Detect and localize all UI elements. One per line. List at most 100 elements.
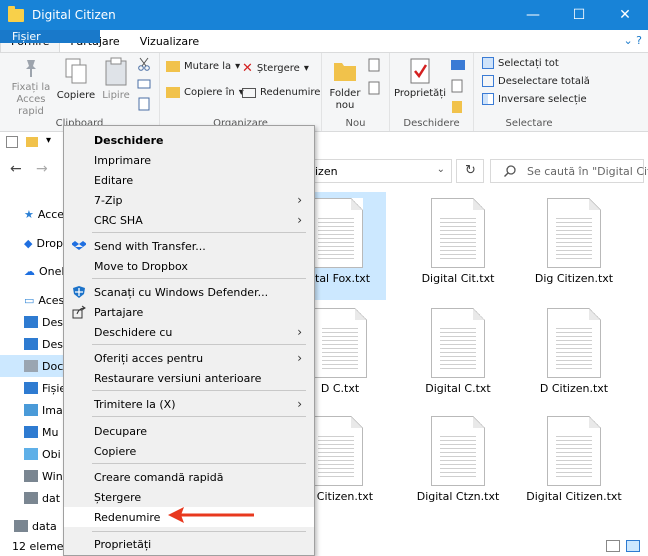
- item-count: 12 elemen: [12, 539, 71, 553]
- nav-item-pictures[interactable]: Ima: [0, 399, 70, 421]
- menu-item-give-access[interactable]: Oferiți acces pentru ›: [64, 348, 314, 368]
- menu-item-edit[interactable]: Editare: [64, 170, 314, 190]
- forward-arrow-icon[interactable]: →: [36, 161, 48, 177]
- 3d-objects-icon: [24, 448, 38, 460]
- select-all-label: Selectați tot: [498, 57, 559, 69]
- select-none-button[interactable]: Deselectare totală: [482, 75, 590, 87]
- chevron-down-icon[interactable]: ⌄: [437, 164, 445, 175]
- menu-item-create-shortcut[interactable]: Creare comandă rapidă: [64, 467, 314, 487]
- pin-quick-access-button[interactable]: Fixați la Acces rapid: [6, 57, 56, 118]
- close-button[interactable]: ✕: [602, 0, 648, 30]
- invert-selection-label: Inversare selecție: [498, 93, 587, 105]
- refresh-button[interactable]: ↻: [456, 159, 484, 183]
- menu-item-windows-defender-scan[interactable]: Scanați cu Windows Defender...: [64, 282, 314, 302]
- text-file-icon: [431, 198, 485, 268]
- nav-item-label: Mu: [42, 425, 59, 439]
- copy-label: Copiere: [56, 90, 96, 101]
- nav-item-onedrive[interactable]: ☁ OneD: [0, 260, 70, 282]
- move-to-button[interactable]: Mutare la ▾: [166, 61, 240, 72]
- menu-separator: [92, 531, 306, 532]
- qat-dropdown-icon[interactable]: ▾: [46, 135, 51, 146]
- search-input[interactable]: Se caută în "Digital Citi...: [490, 159, 648, 183]
- desktop-icon: [24, 316, 38, 328]
- refresh-icon: ↻: [465, 163, 476, 178]
- clipboard-group: Fixați la Acces rapid Copiere Lipire Cli…: [0, 53, 160, 131]
- menu-item-copy[interactable]: Copiere: [64, 441, 314, 461]
- file-item[interactable]: D Citizen.txt: [524, 302, 624, 395]
- tab-view[interactable]: Vizualizare: [130, 30, 210, 52]
- copy-to-button[interactable]: Copiere în ▾: [166, 87, 244, 98]
- back-arrow-icon[interactable]: ←: [10, 161, 22, 177]
- text-file-icon: [309, 198, 363, 268]
- menu-item-send-with-transfer[interactable]: Send with Transfer...: [64, 236, 314, 256]
- menu-item-share[interactable]: Partajare: [64, 302, 314, 322]
- menu-item-label: Send with Transfer...: [94, 239, 206, 253]
- maximize-button[interactable]: ☐: [556, 0, 602, 30]
- menu-item-move-to-dropbox[interactable]: Move to Dropbox: [64, 256, 314, 276]
- nav-item-this-pc[interactable]: ▭ Acest: [0, 289, 70, 311]
- properties-qat-icon[interactable]: [6, 136, 18, 148]
- file-item[interactable]: Digital Cit.txt: [408, 192, 508, 285]
- nav-item-desktop-2[interactable]: Des: [0, 333, 70, 355]
- new-group-label: Nou: [345, 118, 366, 129]
- menu-item-7zip[interactable]: 7-Zip ›: [64, 190, 314, 210]
- menu-item-cut[interactable]: Decupare: [64, 421, 314, 441]
- menu-item-print[interactable]: Imprimare: [64, 150, 314, 170]
- minimize-button[interactable]: —: [510, 0, 556, 30]
- file-item[interactable]: Digital Ctzn.txt: [408, 410, 508, 503]
- file-name: Digital C.txt: [425, 382, 491, 395]
- cut-button[interactable]: [136, 57, 152, 114]
- text-file-icon: [431, 416, 485, 486]
- properties-button[interactable]: Proprietăți: [394, 57, 446, 99]
- nav-item-label: Doc: [42, 359, 64, 373]
- address-bar[interactable]: izen ⌄: [300, 159, 452, 183]
- folder-qat-icon[interactable]: [26, 137, 38, 147]
- details-view-icon[interactable]: [606, 540, 620, 552]
- copy-button[interactable]: Copiere: [56, 57, 96, 101]
- invert-selection-icon: [482, 93, 494, 105]
- nav-item-3d-objects[interactable]: Obi: [0, 443, 70, 465]
- search-placeholder: Se caută în "Digital Citi...: [527, 165, 648, 178]
- drive-icon: [24, 492, 38, 504]
- menu-item-restore-versions[interactable]: Restaurare versiuni anterioare: [64, 368, 314, 388]
- nav-item-windows-drive[interactable]: Win: [0, 465, 70, 487]
- menu-item-open-with[interactable]: Deschidere cu ›: [64, 322, 314, 342]
- menu-item-label: Trimitere la (X): [94, 397, 176, 411]
- nav-item-music[interactable]: Mu: [0, 421, 70, 443]
- new-item-button[interactable]: [366, 57, 386, 99]
- nav-item-dropbox[interactable]: ◆ Drop: [0, 232, 70, 254]
- large-icons-view-icon[interactable]: [626, 540, 640, 552]
- tab-file[interactable]: Fișier: [0, 30, 100, 43]
- invert-selection-button[interactable]: Inversare selecție: [482, 93, 587, 105]
- menu-separator: [92, 232, 306, 233]
- select-all-button[interactable]: Selectați tot: [482, 57, 559, 69]
- open-button[interactable]: [448, 57, 468, 118]
- file-name: Dig Citizen.txt: [534, 272, 614, 285]
- delete-button[interactable]: ✕ Ștergere ▾: [242, 61, 309, 76]
- expand-ribbon-icon[interactable]: ⌄ ?: [623, 34, 642, 47]
- nav-item-data-network[interactable]: data: [0, 515, 70, 537]
- nav-item-label: data: [32, 519, 57, 533]
- file-item[interactable]: Digital C.txt: [408, 302, 508, 395]
- rename-button[interactable]: Redenumire: [242, 87, 320, 98]
- menu-item-crc-sha[interactable]: CRC SHA ›: [64, 210, 314, 230]
- nav-item-downloads[interactable]: Fișie: [0, 377, 70, 399]
- menu-item-open[interactable]: Deschidere: [64, 130, 314, 150]
- dropbox-icon: [72, 241, 86, 250]
- file-item[interactable]: Dig Citizen.txt: [524, 192, 624, 285]
- nav-item-documents[interactable]: Doc: [0, 355, 70, 377]
- new-folder-button[interactable]: Folder nou: [326, 57, 364, 112]
- window-title: Digital Citizen: [32, 8, 116, 22]
- nav-item-data-drive[interactable]: dat: [0, 487, 70, 509]
- scissors-icon: [138, 57, 150, 71]
- nav-item-quick-access[interactable]: ★ Acces: [0, 203, 70, 225]
- select-none-label: Deselectare totală: [498, 75, 590, 87]
- menu-item-properties[interactable]: Proprietăți: [64, 534, 314, 554]
- menu-item-send-to[interactable]: Trimitere la (X) ›: [64, 394, 314, 414]
- nav-item-desktop[interactable]: Des: [0, 311, 70, 333]
- copy-path-icon: [137, 79, 151, 89]
- clipboard-icon: [105, 57, 127, 86]
- menu-item-delete[interactable]: Ștergere: [64, 487, 314, 507]
- paste-button[interactable]: Lipire: [98, 57, 134, 101]
- file-item[interactable]: Digital Citizen.txt: [524, 410, 624, 503]
